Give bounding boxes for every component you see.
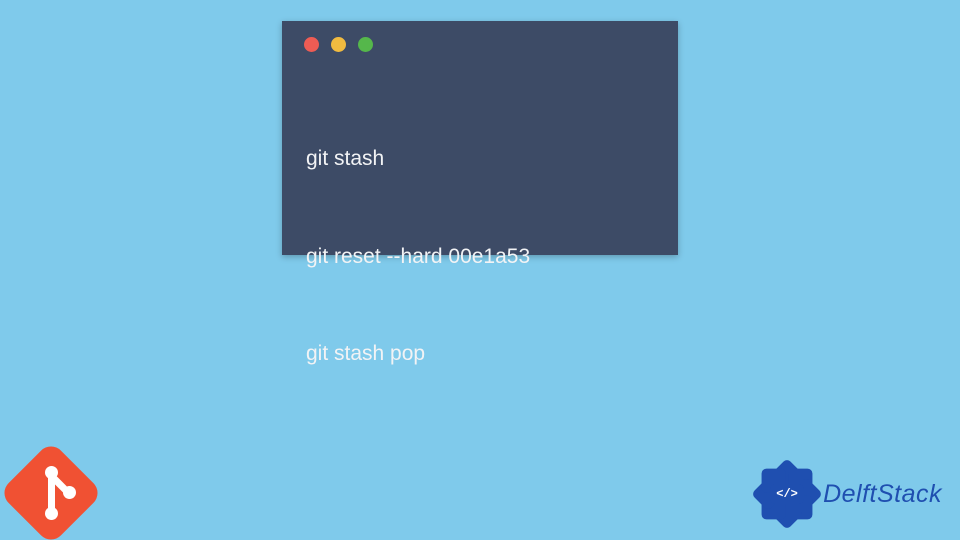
code-block: git stash git reset --hard 00e1a53 git s… (282, 52, 678, 436)
code-line: git reset --hard 00e1a53 (306, 241, 654, 274)
window-traffic-lights (282, 21, 678, 52)
git-logo-icon (0, 441, 103, 540)
minimize-icon (331, 37, 346, 52)
delftstack-label: DelftStack (823, 480, 942, 509)
close-icon (304, 37, 319, 52)
maximize-icon (358, 37, 373, 52)
delftstack-badge-glyph: </> (770, 484, 804, 504)
delftstack-badge-icon: </> (757, 464, 817, 524)
code-line: git stash (306, 143, 654, 176)
code-terminal-window: git stash git reset --hard 00e1a53 git s… (282, 21, 678, 255)
code-line: git stash pop (306, 338, 654, 371)
delftstack-logo: </> DelftStack (757, 464, 942, 524)
